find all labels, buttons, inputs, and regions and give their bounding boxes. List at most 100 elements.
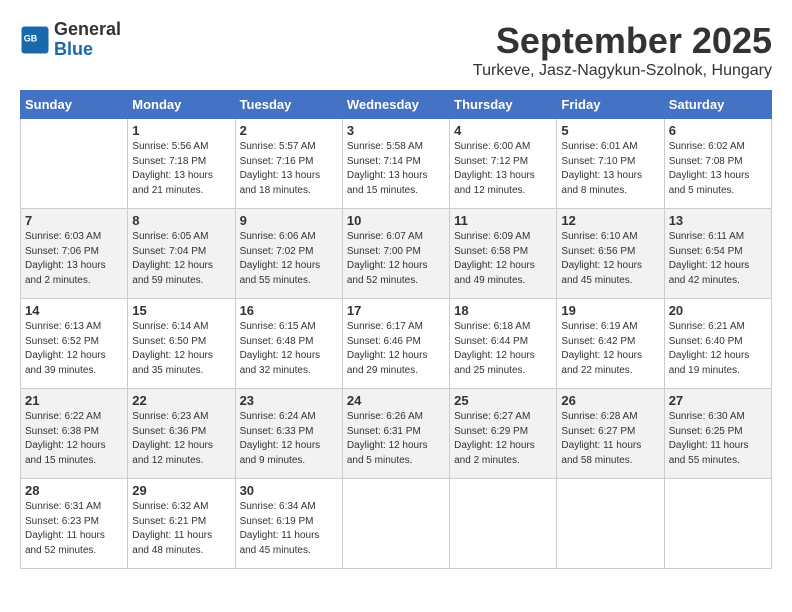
day-info: Sunrise: 6:34 AMSunset: 6:19 PMDaylight:… [240,500,338,558]
logo-line1: General [54,20,121,40]
page-header: GB General Blue September 2025 Turkeve, … [20,20,772,80]
day-info: Sunrise: 5:57 AMSunset: 7:16 PMDaylight:… [240,140,338,198]
calendar-cell: 11 Sunrise: 6:09 AMSunset: 6:58 PMDayligh… [450,209,557,299]
day-number: 4 [454,123,552,138]
calendar-cell: 15 Sunrise: 6:14 AMSunset: 6:50 PMDayligh… [128,299,235,389]
calendar-cell [664,479,771,569]
calendar-cell: 12 Sunrise: 6:10 AMSunset: 6:56 PMDayligh… [557,209,664,299]
day-number: 24 [347,393,445,408]
calendar-cell: 23 Sunrise: 6:24 AMSunset: 6:33 PMDayligh… [235,389,342,479]
col-header-tuesday: Tuesday [235,91,342,119]
day-number: 2 [240,123,338,138]
col-header-wednesday: Wednesday [342,91,449,119]
calendar-cell: 7Sunrise: 6:03 AMSunset: 7:06 PMDaylight… [21,209,128,299]
day-info: Sunrise: 6:13 AMSunset: 6:52 PMDaylight:… [25,320,123,378]
col-header-saturday: Saturday [664,91,771,119]
day-number: 23 [240,393,338,408]
day-info: Sunrise: 6:17 AMSunset: 6:46 PMDaylight:… [347,320,445,378]
calendar-cell: 27 Sunrise: 6:30 AMSunset: 6:25 PMDayligh… [664,389,771,479]
day-number: 10 [347,213,445,228]
day-info: Sunrise: 6:23 AMSunset: 6:36 PMDaylight:… [132,410,230,468]
day-number: 19 [561,303,659,318]
day-number: 15 [132,303,230,318]
day-number: 27 [669,393,767,408]
day-info: Sunrise: 6:15 AMSunset: 6:48 PMDaylight:… [240,320,338,378]
calendar-cell: 6 Sunrise: 6:02 AMSunset: 7:08 PMDaylight… [664,119,771,209]
calendar-cell [557,479,664,569]
calendar-cell [21,119,128,209]
day-number: 17 [347,303,445,318]
day-number: 26 [561,393,659,408]
day-number: 7 [25,213,123,228]
calendar-cell: 13 Sunrise: 6:11 AMSunset: 6:54 PMDayligh… [664,209,771,299]
day-number: 9 [240,213,338,228]
col-header-thursday: Thursday [450,91,557,119]
day-info: Sunrise: 6:22 AMSunset: 6:38 PMDaylight:… [25,410,123,468]
day-number: 13 [669,213,767,228]
day-info: Sunrise: 6:11 AMSunset: 6:54 PMDaylight:… [669,230,767,288]
calendar-cell: 21Sunrise: 6:22 AMSunset: 6:38 PMDayligh… [21,389,128,479]
calendar-cell: 14 Sunrise: 6:13 AMSunset: 6:52 PMDayligh… [21,299,128,389]
logo-line2: Blue [54,40,121,60]
day-number: 3 [347,123,445,138]
day-number: 6 [669,123,767,138]
day-number: 11 [454,213,552,228]
calendar-cell: 16 Sunrise: 6:15 AMSunset: 6:48 PMDayligh… [235,299,342,389]
week-row-2: 7Sunrise: 6:03 AMSunset: 7:06 PMDaylight… [21,209,772,299]
day-info: Sunrise: 6:09 AMSunset: 6:58 PMDaylight:… [454,230,552,288]
day-info: Sunrise: 6:05 AMSunset: 7:04 PMDaylight:… [132,230,230,288]
calendar-cell: 22 Sunrise: 6:23 AMSunset: 6:36 PMDayligh… [128,389,235,479]
day-number: 12 [561,213,659,228]
calendar-header: SundayMondayTuesdayWednesdayThursdayFrid… [21,91,772,119]
day-info: Sunrise: 6:28 AMSunset: 6:27 PMDaylight:… [561,410,659,468]
calendar-cell: 26 Sunrise: 6:28 AMSunset: 6:27 PMDayligh… [557,389,664,479]
day-number: 30 [240,483,338,498]
week-row-4: 21Sunrise: 6:22 AMSunset: 6:38 PMDayligh… [21,389,772,479]
day-info: Sunrise: 6:26 AMSunset: 6:31 PMDaylight:… [347,410,445,468]
week-row-5: 28 Sunrise: 6:31 AMSunset: 6:23 PMDayligh… [21,479,772,569]
calendar-cell: 17 Sunrise: 6:17 AMSunset: 6:46 PMDayligh… [342,299,449,389]
calendar-cell: 10Sunrise: 6:07 AMSunset: 7:00 PMDayligh… [342,209,449,299]
calendar-body: 1 Sunrise: 5:56 AMSunset: 7:18 PMDaylight… [21,119,772,569]
title-block: September 2025 Turkeve, Jasz-Nagykun-Szo… [473,20,772,80]
calendar-cell: 4 Sunrise: 6:00 AMSunset: 7:12 PMDaylight… [450,119,557,209]
day-info: Sunrise: 6:06 AMSunset: 7:02 PMDaylight:… [240,230,338,288]
logo-icon: GB [20,25,50,55]
calendar-subtitle: Turkeve, Jasz-Nagykun-Szolnok, Hungary [473,62,772,80]
calendar-cell: 3Sunrise: 5:58 AMSunset: 7:14 PMDaylight… [342,119,449,209]
calendar-cell: 30 Sunrise: 6:34 AMSunset: 6:19 PMDayligh… [235,479,342,569]
logo-text: General Blue [54,20,121,60]
svg-text:GB: GB [24,33,38,43]
day-info: Sunrise: 6:32 AMSunset: 6:21 PMDaylight:… [132,500,230,558]
day-number: 14 [25,303,123,318]
calendar-cell: 19 Sunrise: 6:19 AMSunset: 6:42 PMDayligh… [557,299,664,389]
day-info: Sunrise: 5:56 AMSunset: 7:18 PMDaylight:… [132,140,230,198]
day-info: Sunrise: 6:14 AMSunset: 6:50 PMDaylight:… [132,320,230,378]
calendar-cell: 9 Sunrise: 6:06 AMSunset: 7:02 PMDaylight… [235,209,342,299]
calendar-cell: 25Sunrise: 6:27 AMSunset: 6:29 PMDayligh… [450,389,557,479]
calendar-cell: 28 Sunrise: 6:31 AMSunset: 6:23 PMDayligh… [21,479,128,569]
week-row-3: 14 Sunrise: 6:13 AMSunset: 6:52 PMDayligh… [21,299,772,389]
day-info: Sunrise: 6:10 AMSunset: 6:56 PMDaylight:… [561,230,659,288]
calendar-cell: 20Sunrise: 6:21 AMSunset: 6:40 PMDayligh… [664,299,771,389]
calendar-table: SundayMondayTuesdayWednesdayThursdayFrid… [20,90,772,569]
day-info: Sunrise: 6:19 AMSunset: 6:42 PMDaylight:… [561,320,659,378]
day-info: Sunrise: 6:02 AMSunset: 7:08 PMDaylight:… [669,140,767,198]
day-number: 16 [240,303,338,318]
day-number: 5 [561,123,659,138]
col-header-friday: Friday [557,91,664,119]
col-header-monday: Monday [128,91,235,119]
day-info: Sunrise: 6:30 AMSunset: 6:25 PMDaylight:… [669,410,767,468]
calendar-cell: 24 Sunrise: 6:26 AMSunset: 6:31 PMDayligh… [342,389,449,479]
day-number: 20 [669,303,767,318]
day-info: Sunrise: 6:18 AMSunset: 6:44 PMDaylight:… [454,320,552,378]
day-number: 18 [454,303,552,318]
day-info: Sunrise: 6:00 AMSunset: 7:12 PMDaylight:… [454,140,552,198]
day-number: 22 [132,393,230,408]
day-number: 1 [132,123,230,138]
day-info: Sunrise: 6:24 AMSunset: 6:33 PMDaylight:… [240,410,338,468]
day-info: Sunrise: 6:31 AMSunset: 6:23 PMDaylight:… [25,500,123,558]
day-number: 28 [25,483,123,498]
day-number: 8 [132,213,230,228]
calendar-title: September 2025 [473,20,772,62]
